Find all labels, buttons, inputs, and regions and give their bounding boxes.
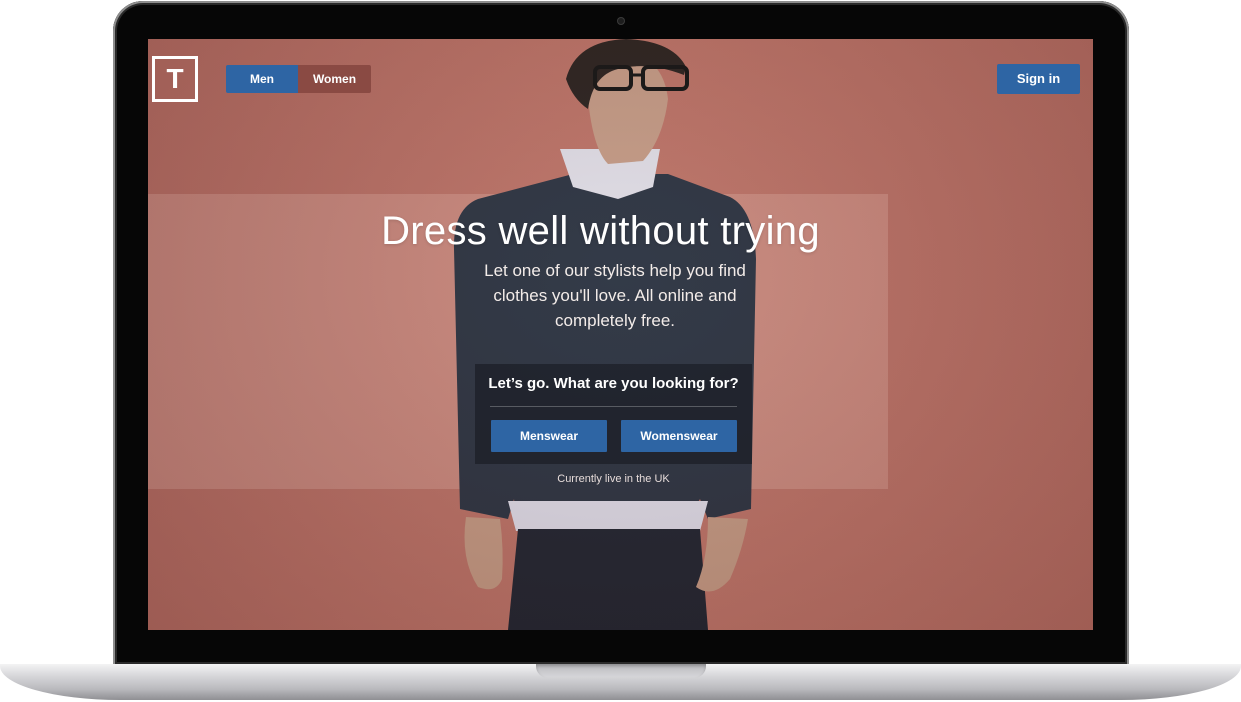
t-square-logo-icon: T	[166, 63, 184, 94]
brand-logo[interactable]: T	[152, 56, 198, 102]
gender-toggle: Men Women	[226, 65, 371, 93]
womenswear-button[interactable]: Womenswear	[621, 420, 737, 452]
tab-men[interactable]: Men	[226, 65, 298, 93]
hero-title: Dress well without trying	[381, 209, 820, 253]
sign-in-button[interactable]: Sign in	[997, 64, 1080, 94]
tab-women[interactable]: Women	[298, 65, 371, 93]
webcam	[617, 17, 625, 25]
cta-panel: Let’s go. What are you looking for? Mens…	[475, 364, 752, 464]
browser-screen: T Men Women Sign in Dress well without t…	[148, 39, 1093, 630]
hero-subtitle: Let one of our stylists help you find cl…	[484, 261, 746, 330]
menswear-button[interactable]: Menswear	[491, 420, 607, 452]
background-overlay	[148, 39, 1093, 630]
divider	[490, 406, 737, 407]
cta-question: Let’s go. What are you looking for?	[488, 375, 739, 392]
laptop-notch	[536, 664, 706, 678]
availability-note: Currently live in the UK	[557, 473, 670, 485]
